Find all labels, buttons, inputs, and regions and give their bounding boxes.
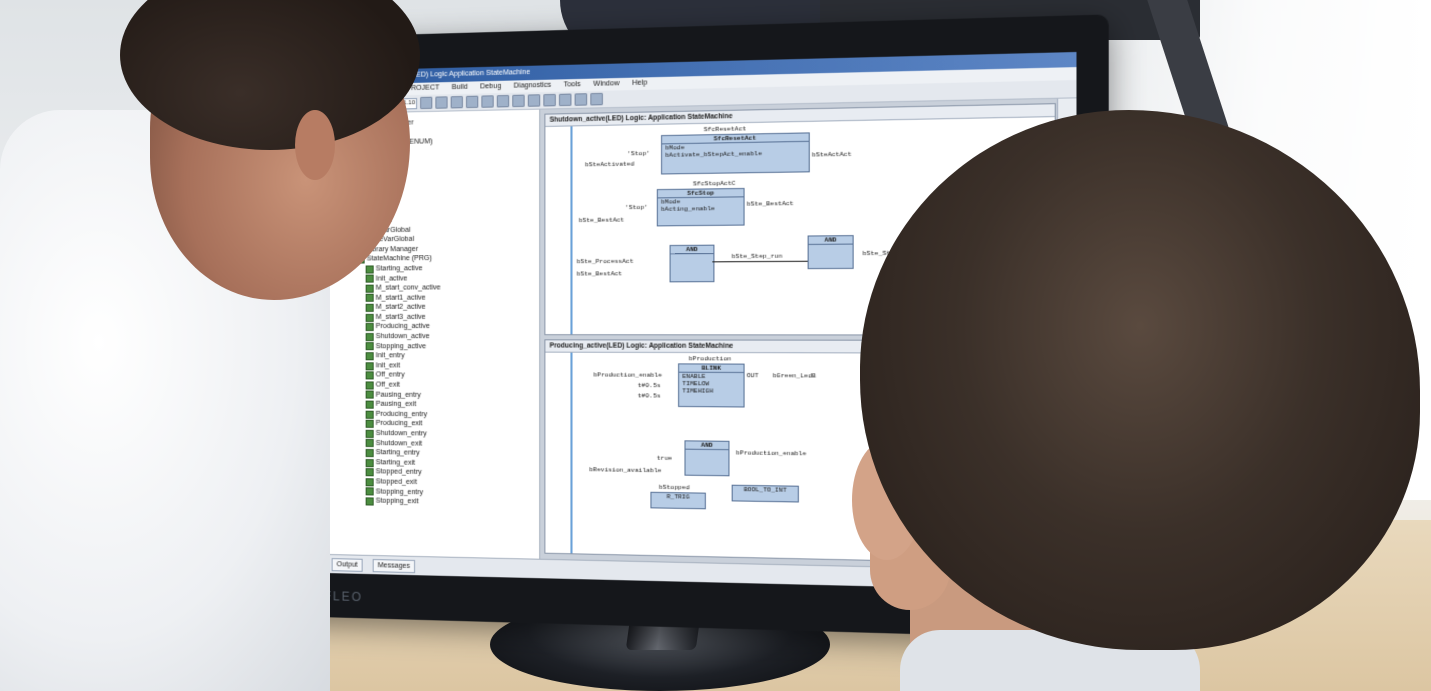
fb-input: bActing_enable xyxy=(661,205,715,213)
fb-var: bProduction_enable xyxy=(593,371,662,379)
function-block[interactable]: BOOL_TO_INT xyxy=(731,484,799,503)
menu-item-diagnostics[interactable]: Diagnostics xyxy=(514,80,552,93)
hair-right xyxy=(860,110,1420,650)
fb-type: AND xyxy=(670,245,714,255)
menu-item-help[interactable]: Help xyxy=(632,77,647,90)
build-icon[interactable] xyxy=(496,94,510,108)
fb-var: bSte_ProcessAct xyxy=(576,257,634,266)
redo-icon[interactable] xyxy=(481,95,494,108)
wire xyxy=(712,260,808,263)
function-block[interactable]: SfcStop bMode bActing_enable xyxy=(656,187,745,227)
fb-var: bProduction_enable xyxy=(735,449,807,458)
undo-icon[interactable] xyxy=(465,95,479,109)
zoom-icon[interactable] xyxy=(590,92,603,106)
function-block[interactable]: AND xyxy=(684,440,730,477)
fb-var: bSte_Step_run xyxy=(731,252,783,261)
fb-type: AND xyxy=(685,441,729,451)
fb-input: bActivate_bStepAct_enable xyxy=(665,150,762,159)
fb-instance-label: bProduction xyxy=(688,355,732,363)
start-icon[interactable] xyxy=(527,94,541,107)
ear-left xyxy=(295,110,335,180)
person-right xyxy=(840,110,1431,691)
fb-var: bGreen_LedB xyxy=(772,372,816,380)
menu-item-window[interactable]: Window xyxy=(593,78,619,91)
stop-icon[interactable] xyxy=(543,93,556,107)
function-block[interactable]: AND xyxy=(669,244,715,283)
fb-output: OUT xyxy=(746,371,759,380)
fb-var: bSte_BestAct xyxy=(578,216,625,225)
fb-var: true xyxy=(656,454,673,462)
fb-var: t#0.5s xyxy=(637,381,661,390)
photo-scene: FLEO Pnlng - Producing_active(LED) Logic… xyxy=(0,0,1431,691)
paste-icon[interactable] xyxy=(450,95,463,109)
fb-var: bSte_BestAct xyxy=(576,270,623,278)
fb-var: bSte_BestAct xyxy=(746,199,794,208)
fb-var: 'Stop' xyxy=(625,203,648,212)
function-block[interactable]: SfcResetAct bMode bActivate_bStepAct_ena… xyxy=(661,132,810,175)
fb-input: TIMEHIGH xyxy=(682,387,714,395)
power-rail xyxy=(570,126,573,335)
fb-instance-label: SfcResetAct xyxy=(703,125,747,134)
menu-item-debug[interactable]: Debug xyxy=(480,81,501,94)
menu-item-tools[interactable]: Tools xyxy=(564,79,581,92)
login-icon[interactable] xyxy=(512,94,525,108)
fb-type: BOOL_TO_INT xyxy=(743,485,787,494)
fb-var: 'Stop' xyxy=(627,149,651,158)
step-icon[interactable] xyxy=(558,93,572,107)
fb-type: R_TRIG xyxy=(666,493,690,501)
function-block[interactable]: BLINK ENABLE TIMELOW TIMEHIGH xyxy=(678,363,745,408)
breakpoint-icon[interactable] xyxy=(574,93,588,106)
fb-var: t#0.5s xyxy=(637,392,661,400)
person-left xyxy=(0,0,440,691)
fb-instance-label: bStopped xyxy=(658,483,690,492)
power-rail xyxy=(570,352,573,554)
menu-item-build[interactable]: Build xyxy=(452,82,468,95)
function-block[interactable]: R_TRIG xyxy=(650,491,706,510)
fb-var: bRevision_available xyxy=(589,466,662,475)
fb-type: BLINK xyxy=(679,364,744,374)
fb-instance-label: SfcStopActC xyxy=(693,179,736,188)
fb-var: bSteActivated xyxy=(585,160,635,169)
